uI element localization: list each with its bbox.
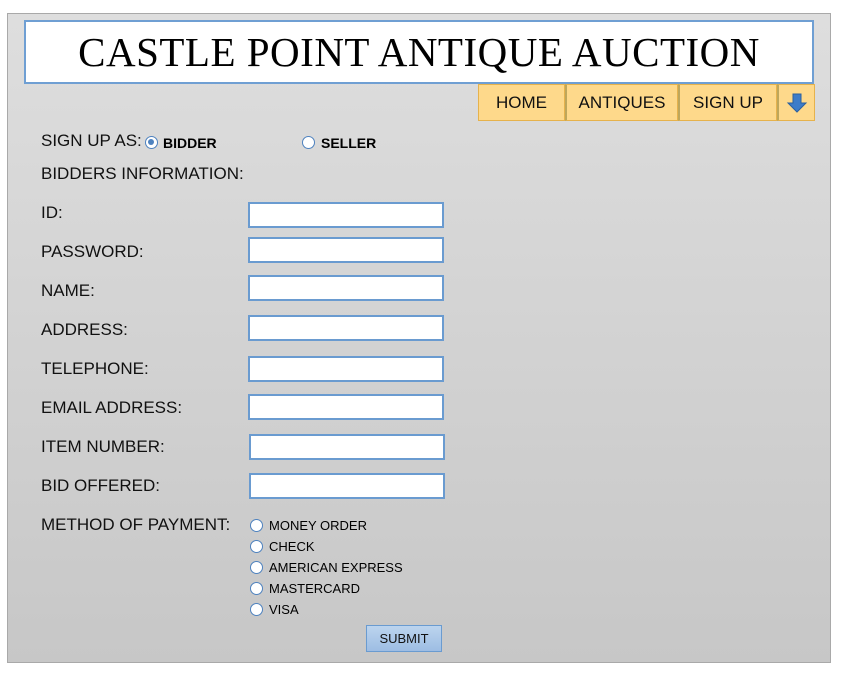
- email-field[interactable]: [248, 394, 444, 420]
- radio-money-order-label: MONEY ORDER: [269, 518, 367, 533]
- id-field[interactable]: [248, 202, 444, 228]
- radio-visa[interactable]: [250, 603, 263, 616]
- nav-signup[interactable]: SIGN UP: [678, 84, 777, 121]
- radio-bidder[interactable]: [145, 136, 158, 149]
- down-arrow-icon: [786, 93, 807, 113]
- section-title: BIDDERS INFORMATION:: [41, 164, 244, 183]
- radio-seller-label: SELLER: [321, 135, 377, 151]
- telephone-field[interactable]: [248, 356, 444, 382]
- page-title: CASTLE POINT ANTIQUE AUCTION: [78, 29, 760, 75]
- field-label-password: PASSWORD:: [41, 242, 144, 261]
- bid-offered-field[interactable]: [249, 473, 445, 499]
- radio-american-express-label: AMERICAN EXPRESS: [269, 560, 403, 575]
- header-banner: CASTLE POINT ANTIQUE AUCTION: [24, 20, 814, 84]
- radio-bidder-label: BIDDER: [163, 135, 217, 151]
- signup-as-label: SIGN UP AS:: [41, 131, 142, 150]
- name-field[interactable]: [248, 275, 444, 301]
- radio-mastercard[interactable]: [250, 582, 263, 595]
- field-label-id: ID:: [41, 203, 63, 222]
- payment-label: METHOD OF PAYMENT:: [41, 515, 231, 534]
- radio-check-label: CHECK: [269, 539, 315, 554]
- submit-button[interactable]: SUBMIT: [366, 625, 442, 652]
- radio-visa-label: VISA: [269, 602, 299, 617]
- nav-more-button[interactable]: [777, 84, 815, 121]
- radio-check[interactable]: [250, 540, 263, 553]
- radio-money-order[interactable]: [250, 519, 263, 532]
- nav-antiques[interactable]: ANTIQUES: [565, 84, 678, 121]
- field-label-address: ADDRESS:: [41, 320, 128, 339]
- field-label-telephone: TELEPHONE:: [41, 359, 149, 378]
- item-number-field[interactable]: [249, 434, 445, 460]
- radio-american-express[interactable]: [250, 561, 263, 574]
- password-field[interactable]: [248, 237, 444, 263]
- radio-mastercard-label: MASTERCARD: [269, 581, 361, 596]
- address-field[interactable]: [248, 315, 444, 341]
- field-label-name: NAME:: [41, 281, 95, 300]
- field-label-item-number: ITEM NUMBER:: [41, 437, 165, 456]
- nav-home[interactable]: HOME: [478, 84, 565, 121]
- field-label-email: EMAIL ADDRESS:: [41, 398, 183, 417]
- nav-bar: HOME ANTIQUES SIGN UP: [478, 84, 815, 121]
- radio-seller[interactable]: [302, 136, 315, 149]
- field-label-bid-offered: BID OFFERED:: [41, 476, 161, 495]
